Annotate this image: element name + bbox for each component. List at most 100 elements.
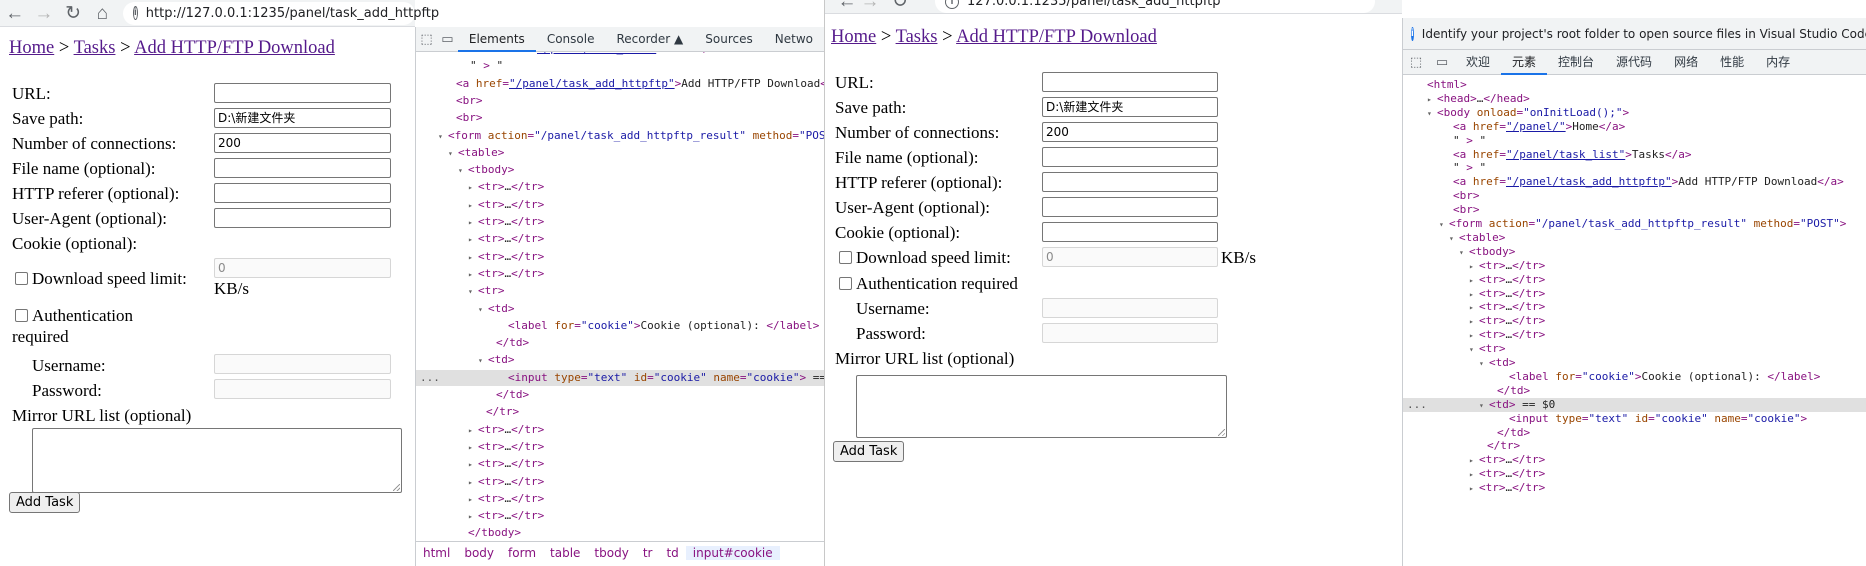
expand-toggle-icon[interactable]: ▾: [468, 284, 478, 300]
node-menu-icon[interactable]: ...: [1407, 398, 1427, 412]
dom-node[interactable]: ▾ <td>: [416, 301, 824, 317]
auth-checkbox[interactable]: [839, 277, 852, 290]
password-input[interactable]: [1042, 323, 1218, 343]
dom-crumb[interactable]: table: [543, 546, 587, 560]
save-path-input[interactable]: D:\新建文件夹: [214, 108, 391, 128]
tab-elements[interactable]: Elements: [457, 27, 536, 52]
add-task-button[interactable]: Add Task: [833, 441, 905, 462]
cookie-input[interactable]: [1042, 222, 1218, 242]
reload-icon[interactable]: ↻: [885, 0, 915, 11]
forward-icon[interactable]: →: [855, 0, 885, 11]
expand-toggle-icon[interactable]: ▾: [1459, 246, 1469, 260]
useragent-input[interactable]: [214, 208, 391, 228]
dom-crumb[interactable]: td: [659, 546, 685, 560]
speed-limit-input[interactable]: 0: [214, 258, 391, 278]
dom-node[interactable]: ▾ <form action="/panel/task_add_httpftp_r…: [1403, 217, 1866, 231]
expand-toggle-icon[interactable]: ▸: [468, 198, 478, 214]
expand-toggle-icon[interactable]: ▾: [1449, 232, 1459, 246]
speed-limit-input[interactable]: 0: [1042, 247, 1218, 267]
dom-node[interactable]: ▾ <table>: [416, 145, 824, 161]
dom-node[interactable]: " > ": [416, 58, 824, 74]
dom-node[interactable]: ▸ <tr>…</tr>: [416, 456, 824, 472]
dom-node[interactable]: ▸ <tr>…</tr>: [416, 491, 824, 507]
expand-toggle-icon[interactable]: ▾: [1469, 343, 1479, 357]
dom-crumb[interactable]: body: [457, 546, 501, 560]
reload-icon[interactable]: ↻: [59, 4, 88, 23]
dom-node[interactable]: ▸ <head>…</head>: [1403, 92, 1866, 106]
connections-input[interactable]: 200: [214, 133, 391, 153]
dom-node[interactable]: ▸ <tr>…</tr>: [416, 439, 824, 455]
dom-node[interactable]: <br>: [416, 110, 824, 126]
breadcrumb-home-link[interactable]: Home: [831, 27, 876, 47]
dom-node[interactable]: ▸ <tr>…</tr>: [1403, 467, 1866, 481]
expand-toggle-icon[interactable]: ▸: [468, 423, 478, 439]
filename-input[interactable]: [214, 158, 391, 178]
expand-toggle-icon[interactable]: ▾: [438, 129, 448, 145]
add-task-button[interactable]: Add Task: [9, 492, 81, 513]
expand-toggle-icon[interactable]: ▸: [468, 492, 478, 508]
site-info-icon[interactable]: i: [945, 0, 959, 9]
dom-node[interactable]: <input type="text" id="cookie" name="coo…: [416, 369, 824, 386]
expand-toggle-icon[interactable]: ▸: [468, 457, 478, 473]
dom-node[interactable]: ▸ <tr>…</tr>: [1403, 328, 1866, 342]
dom-node[interactable]: </td>: [1403, 426, 1866, 440]
dom-node[interactable]: ▾ <tr>: [416, 283, 824, 299]
dom-crumb[interactable]: html: [416, 546, 457, 560]
save-path-input[interactable]: D:\新建文件夹: [1042, 97, 1218, 117]
dom-node[interactable]: ▾ <table>: [1403, 231, 1866, 245]
expand-toggle-icon[interactable]: ▸: [468, 180, 478, 196]
tab-sources[interactable]: 源代码: [1605, 50, 1663, 75]
dom-node[interactable]: ▾ <body onload="onInitLoad();">: [1403, 106, 1866, 120]
expand-toggle-icon[interactable]: ▸: [1469, 260, 1479, 274]
breadcrumb-tasks-link[interactable]: Tasks: [74, 38, 116, 58]
connections-input[interactable]: 200: [1042, 122, 1218, 142]
inspect-icon[interactable]: ⬚: [416, 32, 437, 47]
dom-node[interactable]: ▸ <tr>…</tr>: [416, 231, 824, 247]
breadcrumb-current-link[interactable]: Add HTTP/FTP Download: [134, 38, 335, 58]
dom-node[interactable]: ▸ <tr>…</tr>: [1403, 287, 1866, 301]
dom-node[interactable]: ▾ <tbody>: [416, 162, 824, 178]
expand-toggle-icon[interactable]: ▸: [1469, 315, 1479, 329]
dom-node[interactable]: </td>: [416, 335, 824, 351]
dom-node[interactable]: <html>: [1403, 78, 1866, 92]
dom-node[interactable]: ▸ <tr>…</tr>: [416, 508, 824, 524]
expand-toggle-icon[interactable]: ▸: [468, 509, 478, 525]
expand-toggle-icon[interactable]: ▸: [1469, 454, 1479, 468]
expand-toggle-icon[interactable]: ▸: [1469, 482, 1479, 496]
tab-elements[interactable]: 元素: [1501, 50, 1548, 75]
username-input[interactable]: [1042, 298, 1218, 318]
expand-toggle-icon[interactable]: ▸: [468, 215, 478, 231]
dom-node[interactable]: ▸ <tr>…</tr>: [1403, 300, 1866, 314]
tab-network[interactable]: Netwo: [764, 27, 824, 52]
back-icon[interactable]: ←: [825, 0, 857, 11]
breadcrumb-tasks-link[interactable]: Tasks: [896, 27, 938, 47]
device-toggle-icon[interactable]: ▭: [437, 32, 458, 47]
expand-toggle-icon[interactable]: ▸: [1469, 468, 1479, 482]
expand-toggle-icon[interactable]: ▸: [1427, 93, 1437, 107]
dom-node[interactable]: ▸ <tr>…</tr>: [1403, 481, 1866, 495]
expand-toggle-icon[interactable]: ▾: [1479, 357, 1489, 371]
dom-node[interactable]: </tr>: [416, 404, 824, 420]
dom-node[interactable]: ▸ <tr>…</tr>: [1403, 453, 1866, 467]
dom-crumb[interactable]: form: [501, 546, 543, 560]
useragent-input[interactable]: [1042, 197, 1218, 217]
dom-node[interactable]: </td>: [416, 387, 824, 403]
dom-node[interactable]: " > ": [1403, 161, 1866, 175]
dom-node[interactable]: <br>: [1403, 203, 1866, 217]
breadcrumb-current-link[interactable]: Add HTTP/FTP Download: [956, 27, 1157, 47]
dom-node[interactable]: <input type="text" id="cookie" name="coo…: [1403, 412, 1866, 426]
expand-toggle-icon[interactable]: ▸: [468, 232, 478, 248]
dom-node[interactable]: <a href="/panel/task_list">Tasks</a>: [1403, 148, 1866, 162]
dom-node[interactable]: ▸ <tr>…</tr>: [416, 197, 824, 213]
expand-toggle-icon[interactable]: ▸: [468, 440, 478, 456]
dom-node[interactable]: <a href="/panel/">Home</a>: [1403, 120, 1866, 134]
dom-node[interactable]: </tr>: [1403, 439, 1866, 453]
dom-node[interactable]: ▸ <tr>…</tr>: [416, 179, 824, 195]
url-field[interactable]: i http://127.0.0.1:1235/panel/task_add_h…: [123, 1, 439, 25]
expand-toggle-icon[interactable]: ▾: [1427, 107, 1437, 121]
referer-input[interactable]: [1042, 172, 1218, 192]
dom-node[interactable]: " > ": [1403, 134, 1866, 148]
auth-checkbox[interactable]: [15, 309, 28, 322]
forward-icon[interactable]: →: [29, 4, 58, 23]
dom-node[interactable]: ▸ <tr>…</tr>: [416, 249, 824, 265]
